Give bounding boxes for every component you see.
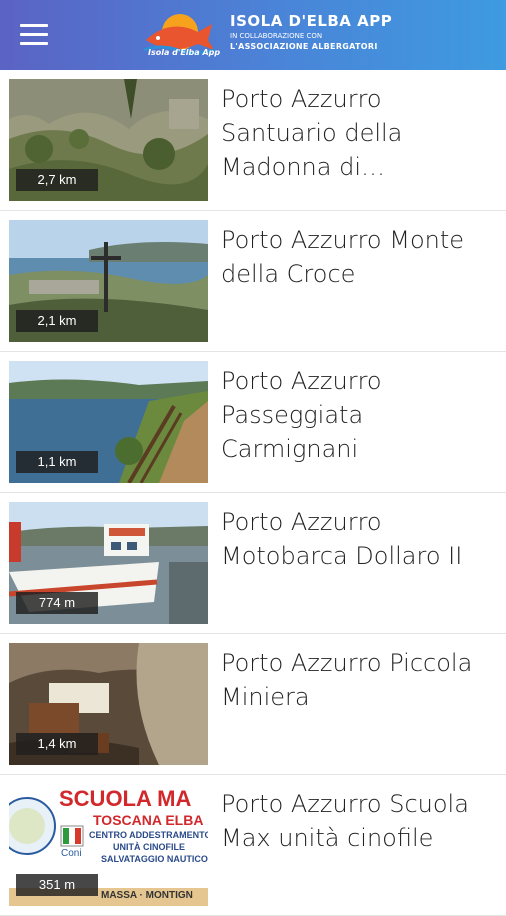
school-desc-2: UNITÀ CINOFILE: [113, 842, 185, 852]
logo-association-text: L'ASSOCIAZIONE ALBERGATORI: [230, 42, 378, 51]
thumbnail-image: 1,1 km: [9, 361, 208, 483]
logo-collab-text: IN COLLABORAZIONE CON: [230, 32, 323, 40]
thumbnail-image: 1,4 km: [9, 643, 208, 765]
item-title: Porto Azzurro Santuario della Madonna di…: [221, 85, 403, 181]
distance-badge: 2,7 km: [16, 169, 98, 191]
distance-badge: 2,1 km: [16, 310, 98, 332]
thumbnail-image: 774 m: [9, 502, 208, 624]
app-logo: Isola d'Elba App ISOLA D'ELBA APP IN COL…: [140, 8, 392, 62]
distance-badge: 1,1 km: [16, 451, 98, 473]
list-item[interactable]: 2,7 km Porto Azzurro Santuario della Mad…: [0, 70, 506, 211]
distance-badge: 351 m: [16, 874, 98, 896]
item-title: Porto Azzurro Piccola Miniera: [221, 649, 473, 711]
school-bottom-text: MASSA · MONTIGN: [101, 890, 193, 901]
logo-subtext: Isola d'Elba App: [148, 48, 221, 57]
thumbnail-image: SCUOLA MA TOSCANA ELBA CENTRO ADDESTRAME…: [9, 784, 208, 906]
distance-badge: 1,4 km: [16, 733, 98, 755]
thumbnail-image: 2,7 km: [9, 79, 208, 201]
school-desc-1: CENTRO ADDESTRAMENTO: [89, 830, 208, 840]
list-item[interactable]: 774 m Porto Azzurro Motobarca Dollaro II: [0, 493, 506, 634]
logo-title: ISOLA D'ELBA APP: [230, 12, 393, 30]
app-bar: Isola d'Elba App ISOLA D'ELBA APP IN COL…: [0, 0, 506, 70]
item-title: Porto Azzurro Passeggiata Carmignani: [221, 367, 382, 463]
list-item[interactable]: 1,1 km Porto Azzurro Passeggiata Carmign…: [0, 352, 506, 493]
list-item[interactable]: SCUOLA MA TOSCANA ELBA CENTRO ADDESTRAME…: [0, 775, 506, 916]
poi-list: 2,7 km Porto Azzurro Santuario della Mad…: [0, 70, 506, 916]
item-title: Porto Azzurro Scuola Max unità cinofile: [221, 790, 469, 852]
school-name-text: SCUOLA MA: [59, 786, 192, 811]
school-desc-3: SALVATAGGIO NAUTICO: [101, 854, 208, 864]
coni-badge: Coni: [61, 848, 82, 859]
list-item[interactable]: 1,4 km Porto Azzurro Piccola Miniera: [0, 634, 506, 775]
list-item[interactable]: 2,1 km Porto Azzurro Monte della Croce: [0, 211, 506, 352]
item-title: Porto Azzurro Motobarca Dollaro II: [221, 508, 463, 570]
distance-badge: 774 m: [16, 592, 98, 614]
hamburger-menu-icon[interactable]: [20, 24, 48, 46]
school-location-text: TOSCANA ELBA: [93, 812, 204, 828]
thumbnail-image: 2,1 km: [9, 220, 208, 342]
item-title: Porto Azzurro Monte della Croce: [221, 226, 465, 288]
